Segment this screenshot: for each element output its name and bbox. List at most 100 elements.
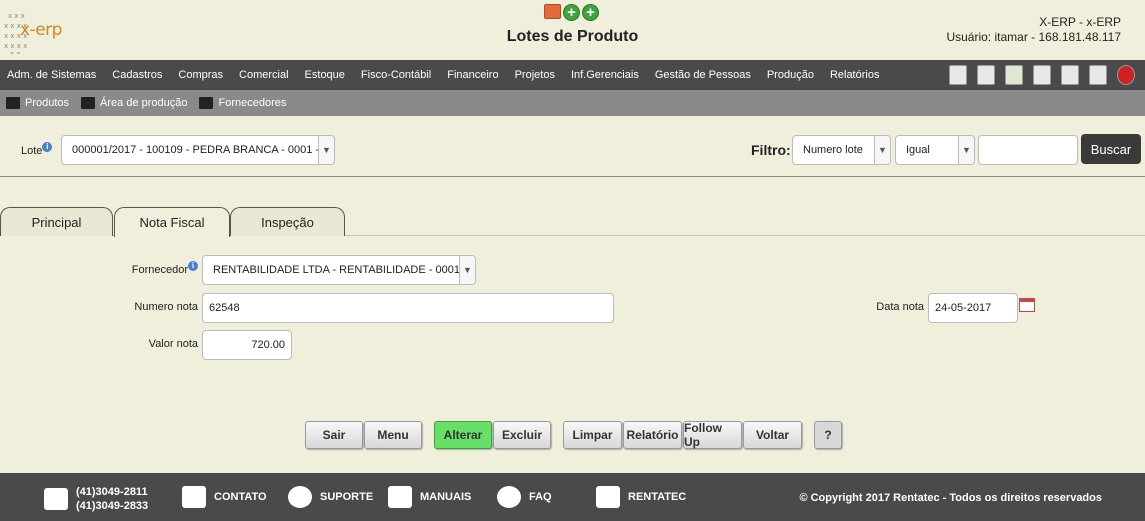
valor-nota-input[interactable]: 720.00 <box>202 330 292 360</box>
shield-icon[interactable] <box>1005 65 1023 85</box>
user-info: X-ERP - x-ERP Usuário: itamar - 168.181.… <box>946 15 1121 45</box>
fornecedor-label-text: Fornecedor <box>131 264 188 276</box>
contato-label: CONTATO <box>214 491 267 503</box>
footer-rentatec[interactable]: RENTATEC <box>596 486 686 508</box>
manuais-label: MANUAIS <box>420 491 472 503</box>
limpar-button[interactable]: Limpar <box>563 421 622 449</box>
filter-field-value: Numero lote <box>803 144 863 156</box>
menu-producao[interactable]: Produção <box>759 69 822 81</box>
lote-label: Lote i <box>21 142 53 157</box>
chevron-down-icon: ▼ <box>459 256 475 284</box>
headset-icon <box>288 486 312 508</box>
tab-nota-fiscal[interactable]: Nota Fiscal <box>114 207 230 237</box>
footer-phones: (41)3049-2811 (41)3049-2833 <box>44 485 148 513</box>
lote-select-value: 000001/2017 - 100109 - PEDRA BRANCA - 00… <box>72 144 320 156</box>
fornecedor-select-value: RENTABILIDADE LTDA - RENTABILIDADE - 000… <box>213 264 474 276</box>
menu-cadastros[interactable]: Cadastros <box>104 69 170 81</box>
divider <box>0 176 1145 177</box>
cart-icon <box>6 97 20 109</box>
suporte-label: SUPORTE <box>320 491 374 503</box>
lote-label-text: Lote <box>21 145 43 157</box>
faq-icon <box>497 486 521 508</box>
search-button[interactable]: Buscar <box>1081 134 1141 164</box>
user-name: Usuário: itamar - 168.181.48.117 <box>946 30 1121 44</box>
home-icon[interactable] <box>949 65 967 85</box>
menu-comercial[interactable]: Comercial <box>231 69 297 81</box>
footer-manuais[interactable]: MANUAIS <box>388 486 471 508</box>
main-menu: Adm. de Sistemas Cadastros Compras Comer… <box>0 60 1145 90</box>
top-icons: + + <box>544 4 599 21</box>
chat-icon[interactable] <box>1089 65 1107 85</box>
footer-contato[interactable]: CONTATO <box>182 486 267 508</box>
document-icon[interactable] <box>1033 65 1051 85</box>
menu-gestao-pessoas[interactable]: Gestão de Pessoas <box>647 69 759 81</box>
filter-operator-value: Igual <box>906 144 930 156</box>
lote-select[interactable]: 000001/2017 - 100109 - PEDRA BRANCA - 00… <box>61 135 335 165</box>
voltar-button[interactable]: Voltar <box>743 421 802 449</box>
header: x x x x x x x x x x x x x x x x x x-erp … <box>0 0 1145 60</box>
phone-1: (41)3049-2811 <box>76 486 148 498</box>
menu-projetos[interactable]: Projetos <box>507 69 563 81</box>
submenu-area-producao-label: Área de produção <box>100 97 188 109</box>
truck-icon <box>199 97 214 109</box>
menu-adm-sistemas[interactable]: Adm. de Sistemas <box>0 69 104 81</box>
numero-nota-input[interactable]: 62548 <box>202 293 614 323</box>
menu-icons <box>949 65 1135 85</box>
numero-nota-label: Numero nota <box>134 301 198 313</box>
menu-financeiro[interactable]: Financeiro <box>439 69 506 81</box>
calendar-icon[interactable] <box>1019 298 1035 312</box>
filter-operator-select[interactable]: Igual ▼ <box>895 135 975 165</box>
info-icon[interactable]: i <box>42 142 53 152</box>
filter-value-input[interactable] <box>978 135 1078 165</box>
filtro-label: Filtro: <box>751 142 791 158</box>
submenu-fornecedores-label: Fornecedores <box>218 97 287 109</box>
footer-faq[interactable]: FAQ <box>497 486 552 508</box>
relatorio-button[interactable]: Relatório <box>623 421 682 449</box>
tab-principal[interactable]: Principal <box>0 207 113 236</box>
menu-inf-gerenciais[interactable]: Inf.Gerenciais <box>563 69 647 81</box>
menu-relatorios[interactable]: Relatórios <box>822 69 888 81</box>
footer: (41)3049-2811 (41)3049-2833 CONTATO SUPO… <box>0 473 1145 521</box>
footer-suporte[interactable]: SUPORTE <box>288 486 373 508</box>
menu-fisco-contabil[interactable]: Fisco-Contábil <box>353 69 439 81</box>
info-icon[interactable]: i <box>188 261 198 271</box>
rentatec-label: RENTATEC <box>628 491 687 503</box>
faq-label: FAQ <box>529 491 552 503</box>
follow-up-button[interactable]: Follow Up <box>683 421 742 449</box>
presentation-icon[interactable] <box>544 4 561 19</box>
data-nota-input[interactable]: 24-05-2017 <box>928 293 1018 323</box>
tab-inspecao[interactable]: Inspeção <box>230 207 345 236</box>
data-nota-label: Data nota <box>876 301 924 313</box>
chevron-down-icon: ▼ <box>318 136 334 164</box>
phone-2: (41)3049-2833 <box>76 500 149 512</box>
add-icon[interactable]: + <box>563 4 580 21</box>
menu-button[interactable]: Menu <box>364 421 422 449</box>
submenu-fornecedores[interactable]: Fornecedores <box>199 97 286 109</box>
fornecedor-select[interactable]: RENTABILIDADE LTDA - RENTABILIDADE - 000… <box>202 255 476 285</box>
factory-icon <box>81 97 96 109</box>
list-icon[interactable] <box>1061 65 1079 85</box>
menu-compras[interactable]: Compras <box>170 69 231 81</box>
submenu-area-producao[interactable]: Área de produção <box>81 97 187 109</box>
books-icon <box>388 486 412 508</box>
excluir-button[interactable]: Excluir <box>493 421 551 449</box>
fornecedor-label: Fornecedor i <box>100 261 198 276</box>
mail-icon <box>182 486 206 508</box>
sair-button[interactable]: Sair <box>305 421 363 449</box>
sub-menu: Produtos Área de produção Fornecedores <box>0 90 1145 116</box>
submenu-produtos-label: Produtos <box>25 97 70 109</box>
power-icon[interactable] <box>1117 65 1135 85</box>
add-new-icon[interactable]: + <box>582 4 599 21</box>
svg-text:x x x: x x x <box>8 12 25 20</box>
phone-icon <box>44 488 68 510</box>
rentatec-logo-icon <box>596 486 620 508</box>
printer-icon[interactable] <box>977 65 995 85</box>
copyright: © Copyright 2017 Rentatec - Todos os dir… <box>799 492 1102 504</box>
menu-estoque[interactable]: Estoque <box>297 69 353 81</box>
system-name: X-ERP - x-ERP <box>1039 15 1121 29</box>
help-button[interactable]: ? <box>814 421 842 449</box>
filter-field-select[interactable]: Numero lote ▼ <box>792 135 891 165</box>
svg-text:x x: x x <box>10 50 21 54</box>
submenu-produtos[interactable]: Produtos <box>6 97 69 109</box>
alterar-button[interactable]: Alterar <box>434 421 492 449</box>
